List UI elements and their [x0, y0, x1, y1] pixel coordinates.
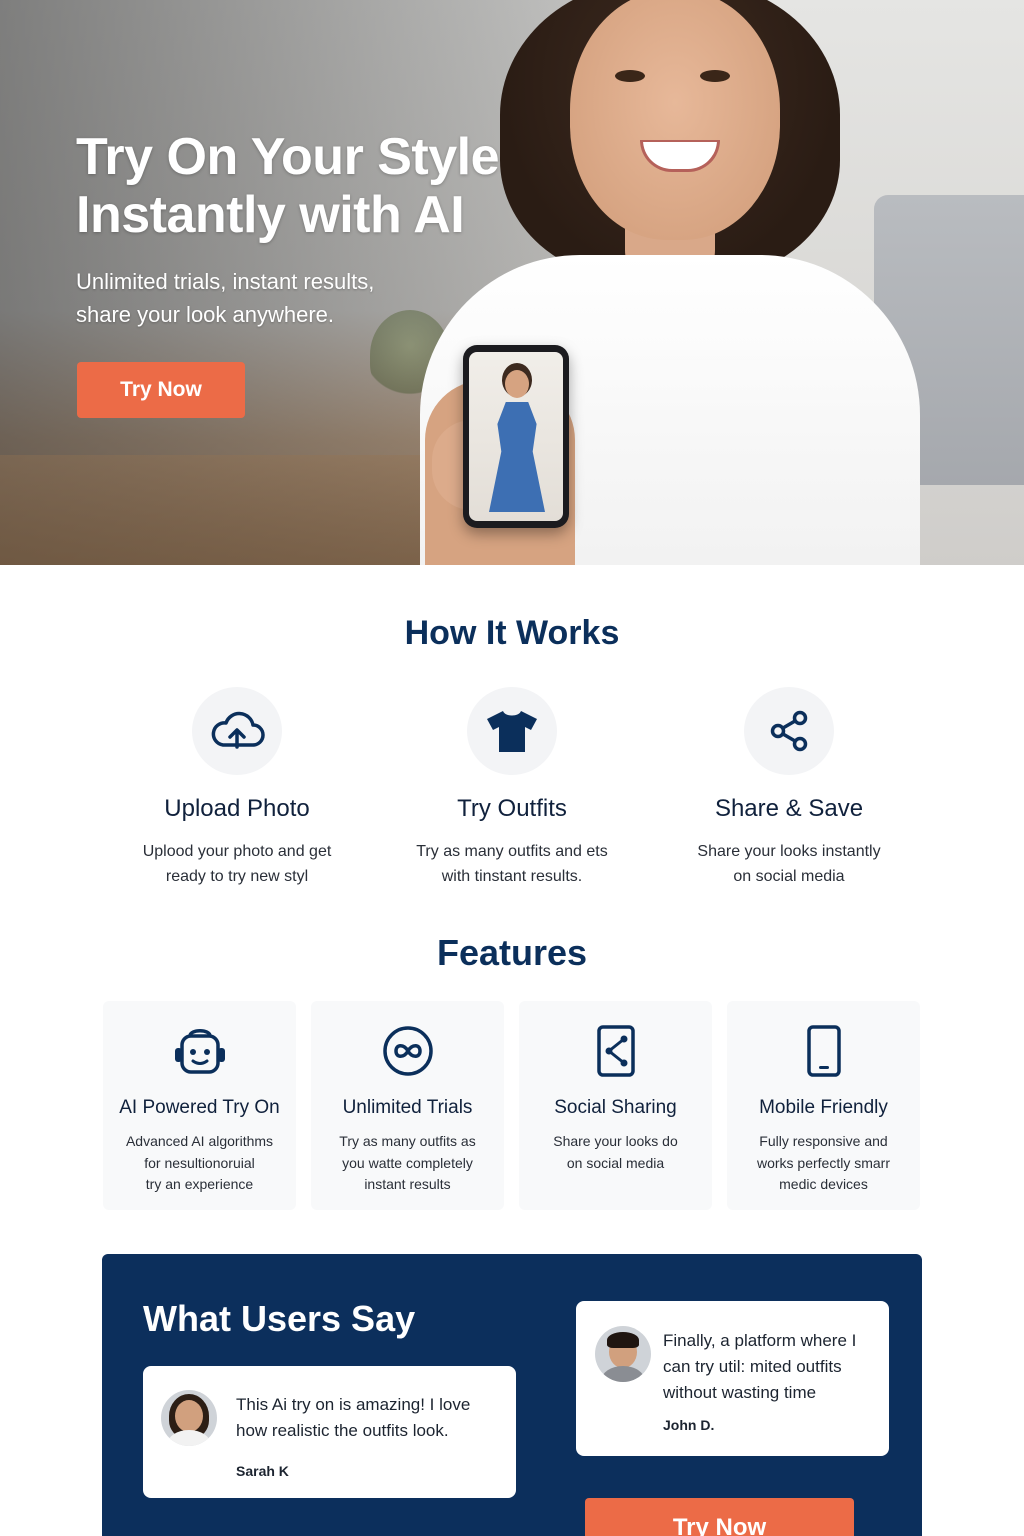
feature-description-line: Share your looks do — [553, 1133, 678, 1149]
testimonial-text-line: This Ai try on is amazing! I love — [236, 1395, 471, 1414]
testimonial-text-line: without wasting time — [663, 1383, 817, 1402]
hero-title: Try On Your Style Instantly with AI — [76, 128, 500, 244]
step-description-line: Try as many outfits and ets — [416, 843, 608, 860]
step-description-line: Uplood your photo and get — [142, 843, 332, 860]
step-description-line: Share your looks instantly — [697, 843, 881, 860]
step-title: Try Outfits — [457, 795, 567, 822]
phone-model-head — [505, 370, 529, 398]
testimonial-text: Finally, a platform where I can try util… — [663, 1328, 873, 1406]
feature-title: Mobile Friendly — [759, 1097, 888, 1118]
step-title: Upload Photo — [164, 795, 310, 822]
avatar-hair — [607, 1332, 639, 1348]
model-smile — [640, 140, 720, 172]
features-title: Features — [436, 932, 588, 973]
testimonial-author: Sarah K — [236, 1463, 289, 1479]
feature-description: Share your looks do on social media — [519, 1131, 712, 1174]
model-eye-right — [700, 70, 730, 82]
feature-description-line: you watte completely — [342, 1154, 473, 1171]
hero-section: Try On Your Style Instantly with AI Unli… — [0, 0, 1024, 565]
feature-card-ai: AI Powered Try On Advanced AI algorithms… — [103, 1001, 296, 1210]
feature-description-line: medic devices — [779, 1176, 868, 1192]
feature-title: AI Powered Try On — [119, 1097, 280, 1118]
testimonial-text-line: can try util: mited outfits — [663, 1357, 842, 1376]
avatar — [595, 1326, 651, 1382]
hero-try-now-button[interactable]: Try Now — [77, 362, 245, 418]
phone-screen — [469, 352, 563, 521]
feature-card-mobile: Mobile Friendly Fully responsive and wor… — [727, 1001, 920, 1210]
how-it-works-title: How It Works — [404, 614, 620, 652]
feature-title: Unlimited Trials — [342, 1097, 473, 1118]
feature-card-social: Social Sharing Share your looks do on so… — [519, 1001, 712, 1210]
testimonials-section: What Users Say This Ai try on is amazing… — [102, 1254, 922, 1536]
robot-icon — [103, 1025, 296, 1077]
phone-share-icon — [519, 1025, 712, 1077]
testimonial-card-john: Finally, a platform where I can try util… — [576, 1301, 889, 1456]
feature-description-line: Fully responsive and — [759, 1133, 888, 1149]
cloud-upload-icon — [192, 687, 282, 775]
model-face — [570, 0, 780, 240]
step-title: Share & Save — [714, 795, 864, 822]
step-description-line: with tinstant results. — [441, 868, 583, 885]
step-description-line: ready to try new styl — [165, 868, 309, 885]
testimonial-text: This Ai try on is amazing! I love how re… — [236, 1392, 506, 1444]
step-share-save: Share & Save Share your looks instantly … — [659, 687, 919, 889]
feature-description-line: instant results — [364, 1176, 451, 1192]
feature-description-line: for nesultionoruial — [144, 1154, 255, 1171]
step-upload-photo: Upload Photo Uplood your photo and get r… — [107, 687, 367, 889]
model-eye-left — [615, 70, 645, 82]
testimonial-card-sarah: This Ai try on is amazing! I love how re… — [143, 1366, 516, 1498]
step-try-outfits: Try Outfits Try as many outfits and ets … — [382, 687, 642, 889]
tshirt-icon — [467, 687, 557, 775]
infinity-icon — [311, 1025, 504, 1077]
testimonial-text-line: Finally, a platform where I — [663, 1331, 857, 1350]
step-description: Try as many outfits and ets with tinstan… — [382, 839, 642, 889]
feature-description: Try as many outfits as you watte complet… — [311, 1131, 504, 1196]
hero-title-line2: Instantly with AI — [76, 186, 465, 244]
feature-description: Fully responsive and works perfectly sma… — [727, 1131, 920, 1196]
avatar — [161, 1390, 217, 1446]
bottom-try-now-button[interactable]: Try Now — [585, 1498, 854, 1536]
feature-description-line: Try as many outfits as — [339, 1133, 476, 1149]
feature-description: Advanced AI algorithms for nesultionorui… — [103, 1131, 296, 1196]
hero-subtitle: Unlimited trials, instant results, share… — [76, 265, 456, 331]
hero-subtitle-line1: Unlimited trials, instant results, — [76, 269, 375, 294]
step-description-line: on social media — [733, 868, 845, 885]
mobile-icon — [727, 1025, 920, 1077]
share-icon — [744, 687, 834, 775]
avatar-body — [601, 1366, 645, 1382]
testimonials-title: What Users Say — [143, 1298, 416, 1339]
feature-description-line: on social media — [566, 1154, 665, 1171]
feature-description-line: try an experience — [145, 1176, 254, 1192]
feature-description-line: works perfectly smarr — [756, 1154, 891, 1171]
step-description: Uplood your photo and get ready to try n… — [107, 839, 367, 889]
step-description: Share your looks instantly on social med… — [659, 839, 919, 889]
testimonial-author: John D. — [663, 1417, 715, 1433]
phone-model-dress — [489, 402, 545, 512]
phone-preview-image — [463, 345, 569, 528]
feature-description-line: Advanced AI algorithms — [125, 1133, 274, 1149]
feature-card-unlimited: Unlimited Trials Try as many outfits as … — [311, 1001, 504, 1210]
hero-subtitle-line2: share your look anywhere. — [76, 302, 335, 327]
testimonial-text-line: how realistic the outfits look. — [236, 1421, 449, 1440]
avatar-face — [175, 1400, 203, 1432]
feature-title: Social Sharing — [554, 1097, 677, 1118]
hero-title-line1: Try On Your Style — [76, 128, 500, 186]
